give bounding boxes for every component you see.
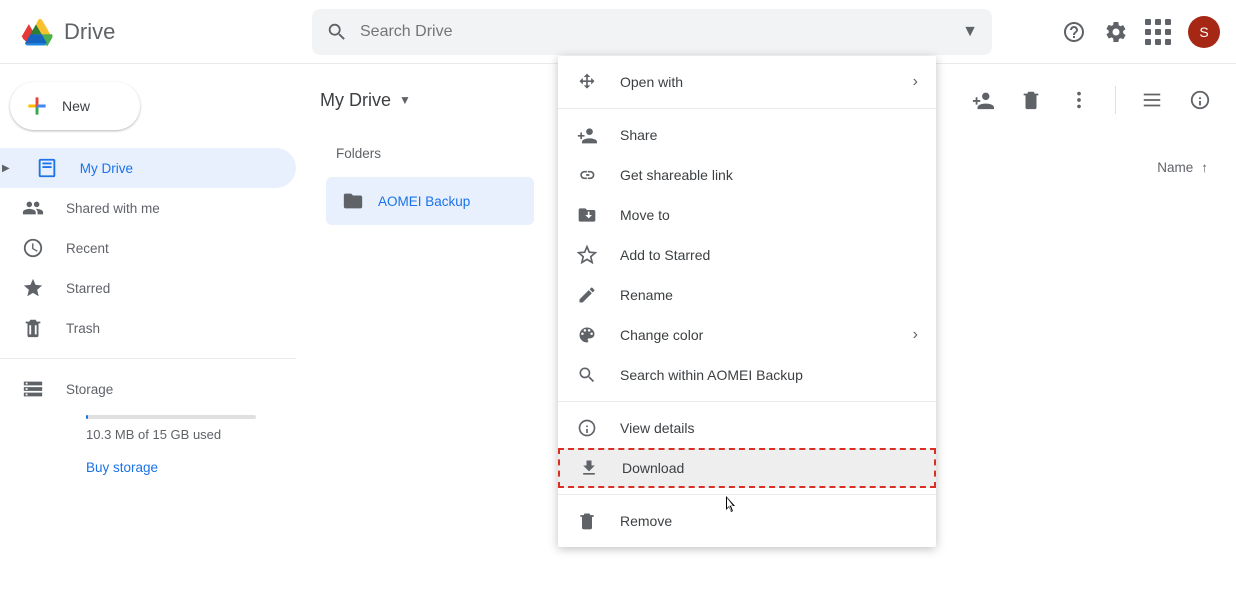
trash-icon [22,317,44,339]
rename-icon [576,284,598,306]
header-actions: S [1062,16,1220,48]
logo[interactable]: Drive [16,12,312,52]
sidebar: New ▶ My Drive Shared with me Recent Sta… [0,64,296,598]
account-avatar[interactable]: S [1188,16,1220,48]
sidebar-item-label: Trash [66,321,100,336]
ctx-share[interactable]: Share [558,115,936,155]
storage-icon [22,378,44,400]
star-icon [22,277,44,299]
sidebar-item-recent[interactable]: Recent [0,228,296,268]
open-with-icon [576,71,598,93]
sidebar-item-label: Recent [66,241,109,256]
search-bar[interactable]: ▼ [312,9,992,55]
search-icon [326,21,348,43]
settings-gear-icon[interactable] [1104,20,1128,44]
sort-column[interactable]: Name ↑ [1157,160,1208,175]
plus-icon [24,93,50,119]
ctx-rename[interactable]: Rename [558,275,936,315]
apps-grid-icon[interactable] [1146,20,1170,44]
move-to-icon [576,204,598,226]
ctx-change-color[interactable]: Change color › [558,315,936,355]
sort-arrow-up-icon: ↑ [1201,160,1208,175]
chevron-right-icon: › [913,326,918,344]
info-icon [576,417,598,439]
share-icon [576,124,598,146]
help-icon[interactable] [1062,20,1086,44]
drive-logo-icon [16,12,56,52]
trash-icon [576,510,598,532]
ctx-download[interactable]: Download [558,448,936,488]
shared-icon [22,197,44,219]
chevron-right-icon: › [913,73,918,91]
download-icon [578,457,600,479]
folder-card[interactable]: AOMEI Backup [326,177,534,225]
folder-name: AOMEI Backup [378,194,470,209]
details-button[interactable] [1188,88,1212,112]
path-dropdown[interactable]: My Drive ▼ [320,90,411,111]
sort-label: Name [1157,160,1193,175]
list-view-button[interactable] [1140,88,1164,112]
recent-icon [22,237,44,259]
sidebar-item-label: Starred [66,281,110,296]
sidebar-item-starred[interactable]: Starred [0,268,296,308]
sidebar-item-storage[interactable]: Storage [0,369,296,409]
storage-label: Storage [66,382,113,397]
new-button[interactable]: New [10,82,140,130]
share-button[interactable] [971,88,995,112]
ctx-view-details[interactable]: View details [558,408,936,448]
link-icon [576,164,598,186]
ctx-get-link[interactable]: Get shareable link [558,155,936,195]
sidebar-item-shared[interactable]: Shared with me [0,188,296,228]
header: Drive ▼ S [0,0,1236,64]
trash-button[interactable] [1019,88,1043,112]
my-drive-icon [36,157,58,179]
search-input[interactable] [360,23,950,41]
expand-caret-icon[interactable]: ▶ [2,163,10,174]
new-button-label: New [62,98,90,114]
star-icon [576,244,598,266]
folder-icon [342,190,364,212]
ctx-move-to[interactable]: Move to [558,195,936,235]
chevron-down-icon: ▼ [399,93,411,107]
app-name: Drive [64,19,115,45]
sidebar-item-my-drive[interactable]: ▶ My Drive [0,148,296,188]
search-options-dropdown-icon[interactable]: ▼ [962,23,978,41]
more-actions-button[interactable] [1067,88,1091,112]
sidebar-item-label: Shared with me [66,201,160,216]
ctx-add-starred[interactable]: Add to Starred [558,235,936,275]
ctx-remove[interactable]: Remove [558,501,936,541]
storage-usage-text: 10.3 MB of 15 GB used [86,427,296,442]
sidebar-item-trash[interactable]: Trash [0,308,296,348]
path-label: My Drive [320,90,391,111]
search-icon [576,364,598,386]
ctx-open-with[interactable]: Open with › [558,62,936,102]
sidebar-item-label: My Drive [80,161,133,176]
buy-storage-link[interactable]: Buy storage [86,460,296,475]
palette-icon [576,324,598,346]
ctx-search-within[interactable]: Search within AOMEI Backup [558,355,936,395]
context-menu: Open with › Share Get shareable link Mov… [558,56,936,547]
storage-bar [86,415,256,419]
selection-toolbar [971,86,1212,114]
